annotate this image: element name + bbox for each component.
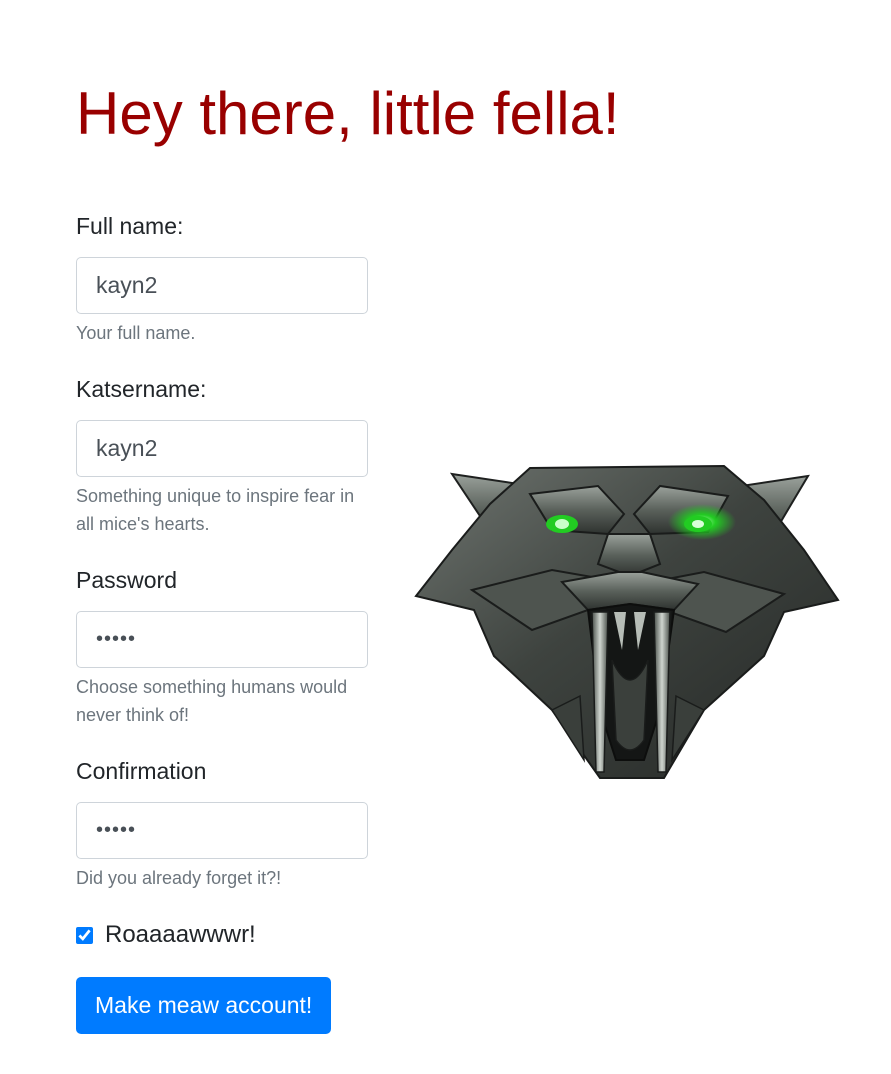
password-label: Password	[76, 567, 177, 593]
katsername-label: Katsername:	[76, 376, 207, 402]
make-account-button[interactable]: Make meaw account!	[76, 977, 332, 1034]
page-title: Hey there, little fella!	[76, 80, 620, 147]
confirmation-input[interactable]	[76, 802, 368, 859]
password-help: Choose something humans would never thin…	[76, 677, 348, 725]
full-name-input[interactable]	[76, 257, 368, 314]
confirmation-group: Confirmation Did you already forget it?!	[76, 753, 368, 892]
password-group: Password Choose something humans would n…	[76, 562, 368, 729]
katsername-input[interactable]	[76, 420, 368, 477]
confirmation-label: Confirmation	[76, 758, 207, 784]
confirmation-help: Did you already forget it?!	[76, 868, 282, 888]
roar-checkbox[interactable]	[76, 926, 93, 944]
password-input[interactable]	[76, 611, 368, 668]
metal-cat-head-icon	[414, 464, 840, 779]
signup-page: Hey there, little fella! Full name: Your…	[0, 0, 891, 1074]
roar-checkbox-row: Roaaaawwwr!	[76, 920, 256, 950]
full-name-help: Your full name.	[76, 323, 196, 343]
katsername-help: Something unique to inspire fear in all …	[76, 486, 355, 534]
full-name-label: Full name:	[76, 213, 184, 239]
katsername-group: Katsername: Something unique to inspire …	[76, 371, 368, 538]
full-name-group: Full name: Your full name.	[76, 208, 368, 347]
roar-checkbox-label[interactable]: Roaaaawwwr!	[105, 920, 256, 950]
